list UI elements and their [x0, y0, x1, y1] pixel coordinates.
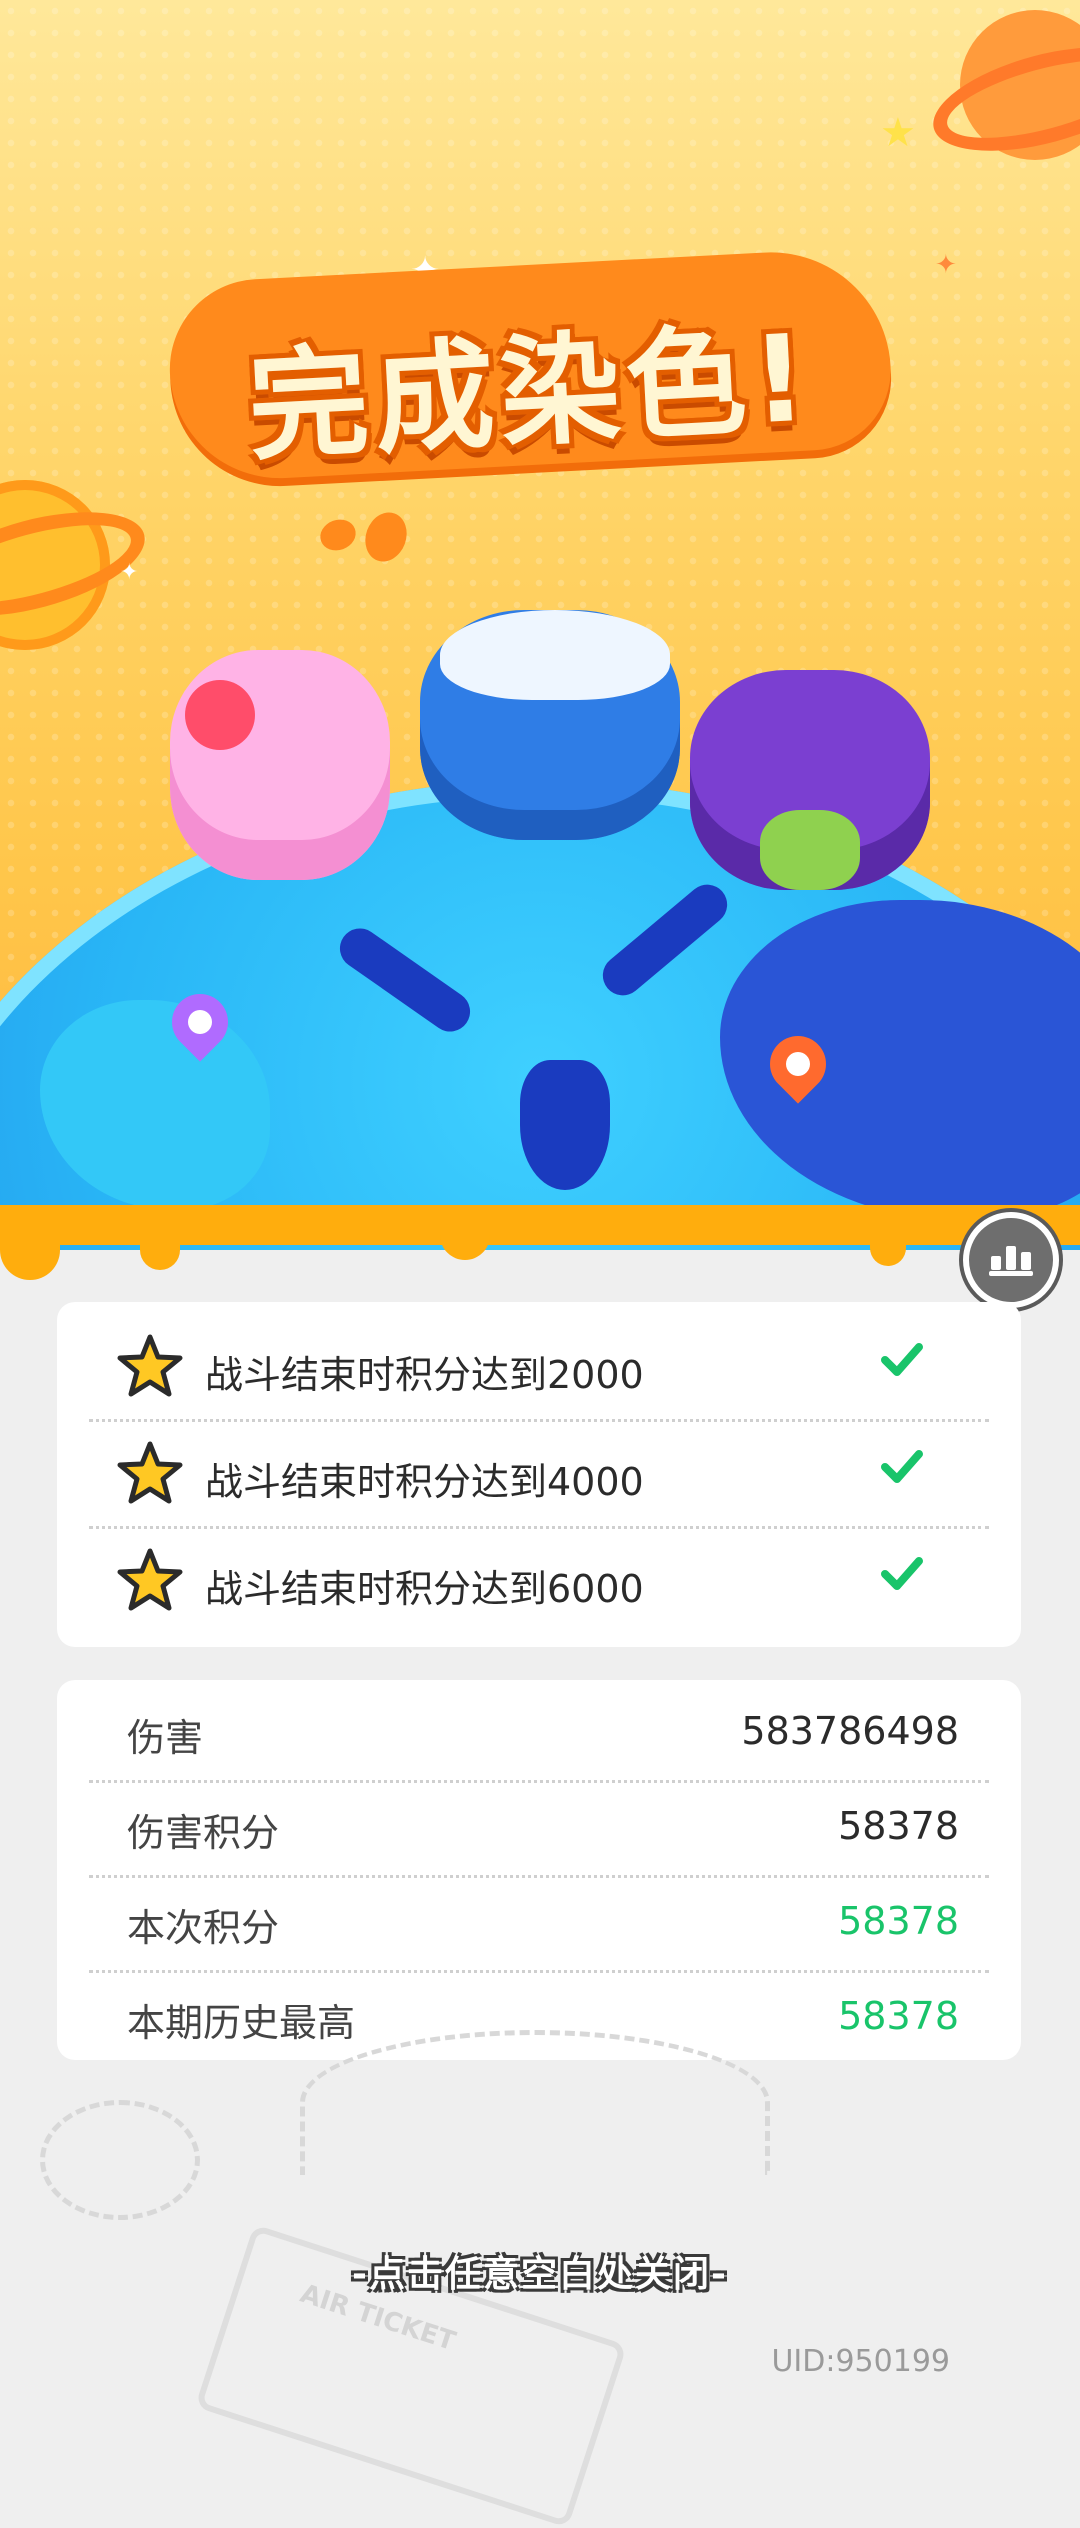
- star-icon: [117, 1548, 183, 1611]
- ranking-icon: [989, 1240, 1033, 1276]
- page-title: 完成染色!: [244, 309, 817, 478]
- dashed-path-decoration: [300, 2030, 770, 2175]
- result-banner: ★ ✦ ✦ ✦ 完成染色!: [0, 0, 1080, 1250]
- check-icon: [881, 1450, 923, 1483]
- flower-icon: [185, 680, 255, 750]
- paint-drip: [870, 1230, 906, 1266]
- user-id: UID:950199: [771, 2344, 950, 2379]
- stat-label: 伤害: [127, 1716, 204, 1760]
- title-badge: 完成染色!: [165, 246, 895, 484]
- goal-label: 战斗结束时积分达到4000: [205, 1460, 644, 1504]
- paint-drip: [0, 1230, 60, 1280]
- stat-label: 伤害积分: [127, 1811, 280, 1855]
- paint-drip: [140, 1230, 180, 1270]
- stat-label: 本次积分: [127, 1906, 280, 1950]
- paint-drip: [440, 1230, 490, 1260]
- goal-row: 战斗结束时积分达到2000: [57, 1312, 1021, 1419]
- close-hint[interactable]: -点击任意空白处关闭-: [0, 2245, 1080, 2297]
- goals-card: 战斗结束时积分达到2000 战斗结束时积分达到4000 战斗结束时积分达到600…: [57, 1302, 1021, 1647]
- stat-value: 58378: [838, 1899, 959, 1943]
- sparkle-icon: ✦: [120, 560, 139, 585]
- goal-row: 战斗结束时积分达到4000: [57, 1419, 1021, 1526]
- paint-drop: [315, 514, 361, 556]
- stat-value: 58378: [838, 1804, 959, 1848]
- stat-row-damage: 伤害 583786498: [57, 1685, 1021, 1780]
- check-icon: [881, 1557, 923, 1590]
- stat-row-damage-score: 伤害积分 58378: [57, 1780, 1021, 1875]
- star-icon: [117, 1334, 183, 1397]
- ranking-button[interactable]: [963, 1212, 1059, 1308]
- globe-mouth: [520, 1060, 610, 1190]
- stat-row-current-score: 本次积分 58378: [57, 1875, 1021, 1970]
- star-icon: [117, 1441, 183, 1504]
- check-icon: [881, 1343, 923, 1376]
- sparkle-icon: ★: [880, 110, 916, 156]
- goal-row: 战斗结束时积分达到6000: [57, 1526, 1021, 1633]
- dashed-path-decoration: [40, 2100, 200, 2220]
- stat-value: 58378: [838, 1994, 959, 2038]
- stat-value: 583786498: [741, 1709, 959, 1753]
- sparkle-icon: ✦: [935, 250, 957, 280]
- goal-label: 战斗结束时积分达到6000: [205, 1567, 644, 1611]
- stat-label: 本期历史最高: [127, 2001, 356, 2045]
- character-blue-hat: [440, 610, 670, 700]
- goal-label: 战斗结束时积分达到2000: [205, 1353, 644, 1397]
- stats-card: 伤害 583786498 伤害积分 58378 本次积分 58378 本期历史最…: [57, 1680, 1021, 2060]
- character-purple-outfit: [760, 810, 860, 890]
- paint-drop: [358, 506, 414, 568]
